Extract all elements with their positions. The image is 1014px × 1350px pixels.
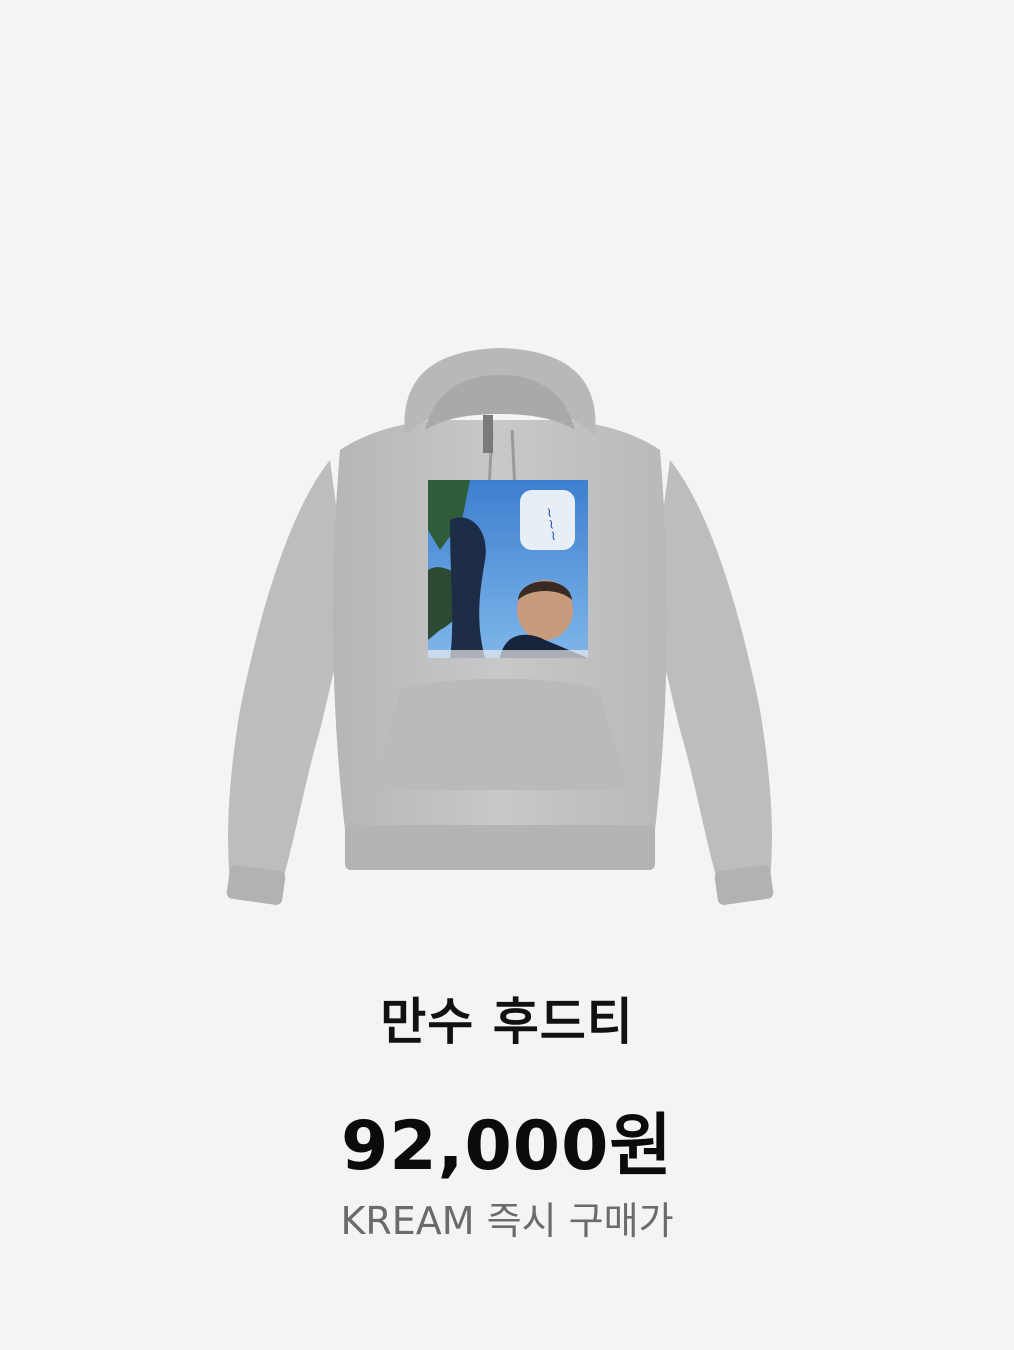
product-price: 92,000원: [341, 1107, 673, 1186]
product-name: 만수 후드티: [380, 993, 634, 1051]
price-caption: KREAM 즉시 구매가: [340, 1199, 674, 1243]
product-card[interactable]: ~~~ 만수 후드티 92,000원 KREAM 즉시 구매가: [0, 0, 1014, 1350]
hoodie-product-image: ~~~: [200, 320, 800, 910]
